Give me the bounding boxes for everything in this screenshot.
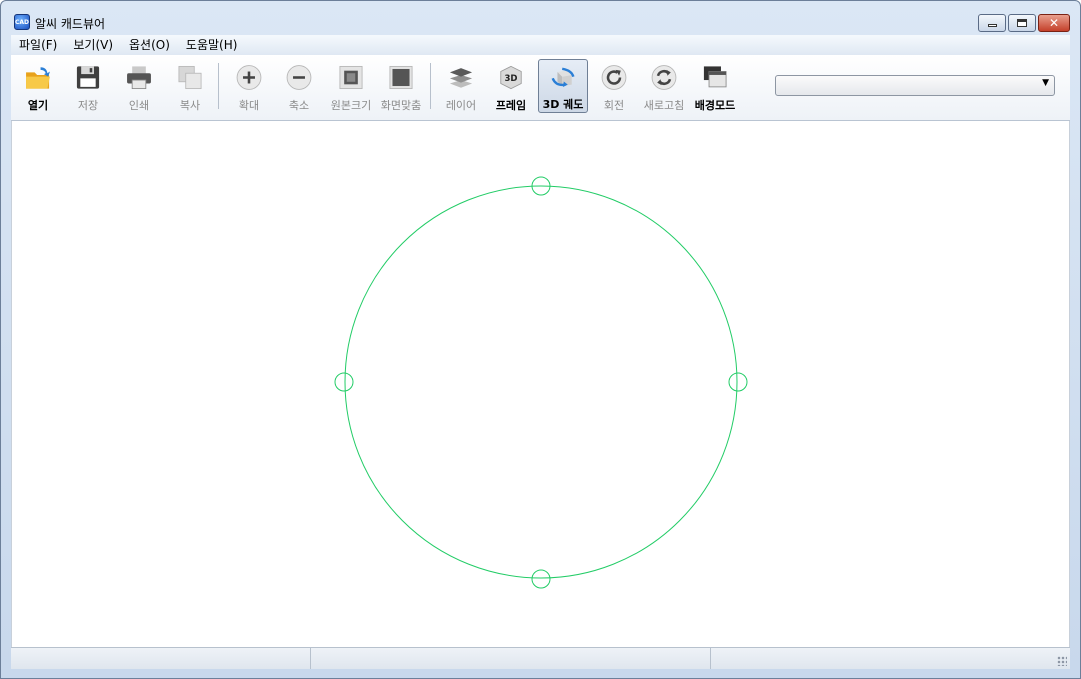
svg-text:3D: 3D [505, 74, 518, 84]
menu-bar: 파일(F) 보기(V) 옵션(O) 도움말(H) [11, 35, 1070, 55]
print-button[interactable]: 인쇄 [114, 59, 164, 113]
menu-help[interactable]: 도움말(H) [178, 35, 246, 55]
drawn-circle [344, 185, 738, 579]
toolbar-separator [430, 63, 431, 109]
actual-size-icon [339, 65, 363, 90]
3d-orbit-label: 3D 궤도 [542, 98, 584, 111]
app-logo-icon: CAD [14, 14, 30, 30]
background-mode-button[interactable]: 배경모드 [690, 59, 740, 113]
rotate-label: 회전 [603, 99, 625, 112]
zoom-out-button[interactable]: 축소 [274, 59, 324, 113]
refresh-button[interactable]: 새로고침 [639, 59, 689, 113]
save-label: 저장 [77, 99, 99, 112]
refresh-icon [651, 65, 677, 90]
layer-button[interactable]: 레이어 [436, 59, 486, 113]
fit-screen-label: 화면맞춤 [380, 99, 422, 112]
close-button[interactable]: ✕ [1038, 14, 1070, 32]
frame-button[interactable]: 3D 프레임 [486, 59, 536, 113]
refresh-label: 새로고침 [643, 99, 685, 112]
menu-options[interactable]: 옵션(O) [121, 35, 178, 55]
3d-frame-icon: 3D [500, 65, 522, 90]
zoom-in-icon [236, 65, 262, 90]
save-button[interactable]: 저장 [63, 59, 113, 113]
open-button[interactable]: 열기 [13, 59, 63, 113]
3d-orbit-button[interactable]: 3D 궤도 [538, 59, 588, 113]
chevron-down-icon: ▼ [1042, 78, 1049, 88]
open-label: 열기 [27, 99, 49, 112]
rotate-button[interactable]: 회전 [589, 59, 639, 113]
copy-button[interactable]: 복사 [165, 59, 215, 113]
actual-size-button[interactable]: 원본크기 [326, 59, 376, 113]
background-mode-label: 배경모드 [694, 99, 736, 112]
maximize-icon [1017, 19, 1027, 27]
zoom-in-button[interactable]: 확대 [224, 59, 274, 113]
maximize-button[interactable] [1008, 14, 1036, 32]
layers-icon [449, 68, 473, 88]
title-bar[interactable]: CAD 알씨 캐드뷰어 ✕ [1, 1, 1080, 35]
view-select-dropdown[interactable]: ▼ [775, 75, 1055, 96]
grip-marker-left[interactable] [334, 372, 354, 392]
fit-screen-icon [389, 65, 413, 90]
zoom-in-label: 확대 [238, 99, 260, 112]
drawing-canvas[interactable] [11, 121, 1070, 647]
menu-view[interactable]: 보기(V) [65, 35, 121, 55]
status-pane-1 [11, 648, 311, 669]
minimize-icon [987, 24, 997, 27]
menu-file[interactable]: 파일(F) [11, 35, 65, 55]
printer-icon [127, 66, 151, 90]
toolbar-separator [218, 63, 219, 109]
print-label: 인쇄 [128, 99, 150, 112]
3d-orbit-icon [551, 67, 575, 88]
background-mode-icon [703, 66, 727, 88]
status-pane-2 [311, 648, 711, 669]
status-bar [11, 647, 1070, 669]
zoom-out-icon [286, 65, 312, 90]
folder-open-icon [26, 67, 50, 89]
fit-screen-button[interactable]: 화면맞춤 [376, 59, 426, 113]
drawing-svg [334, 176, 748, 589]
copy-icon [178, 65, 202, 90]
toolbar: 열기 저장 인쇄 복사 확대 축소 원본크기 화면맞춤 레이어 3D 프레임 3… [11, 55, 1070, 121]
floppy-disk-icon [76, 66, 100, 89]
minimize-button[interactable] [978, 14, 1006, 32]
resize-grip-icon[interactable] [1057, 656, 1067, 666]
layer-label: 레이어 [445, 99, 477, 112]
frame-label: 프레임 [495, 99, 527, 112]
zoom-out-label: 축소 [288, 99, 310, 112]
rotate-icon [601, 65, 627, 90]
window-title: 알씨 캐드뷰어 [35, 17, 106, 31]
copy-label: 복사 [179, 99, 201, 112]
app-window: CAD 알씨 캐드뷰어 ✕ 파일(F) 보기(V) 옵션(O) 도움말(H) 열… [0, 0, 1081, 679]
close-icon: ✕ [1048, 16, 1060, 30]
actual-size-label: 원본크기 [330, 99, 372, 112]
status-pane-3 [711, 648, 1070, 669]
grip-marker-right[interactable] [728, 372, 748, 392]
window-controls: ✕ [978, 14, 1070, 32]
grip-marker-bottom[interactable] [531, 569, 551, 589]
